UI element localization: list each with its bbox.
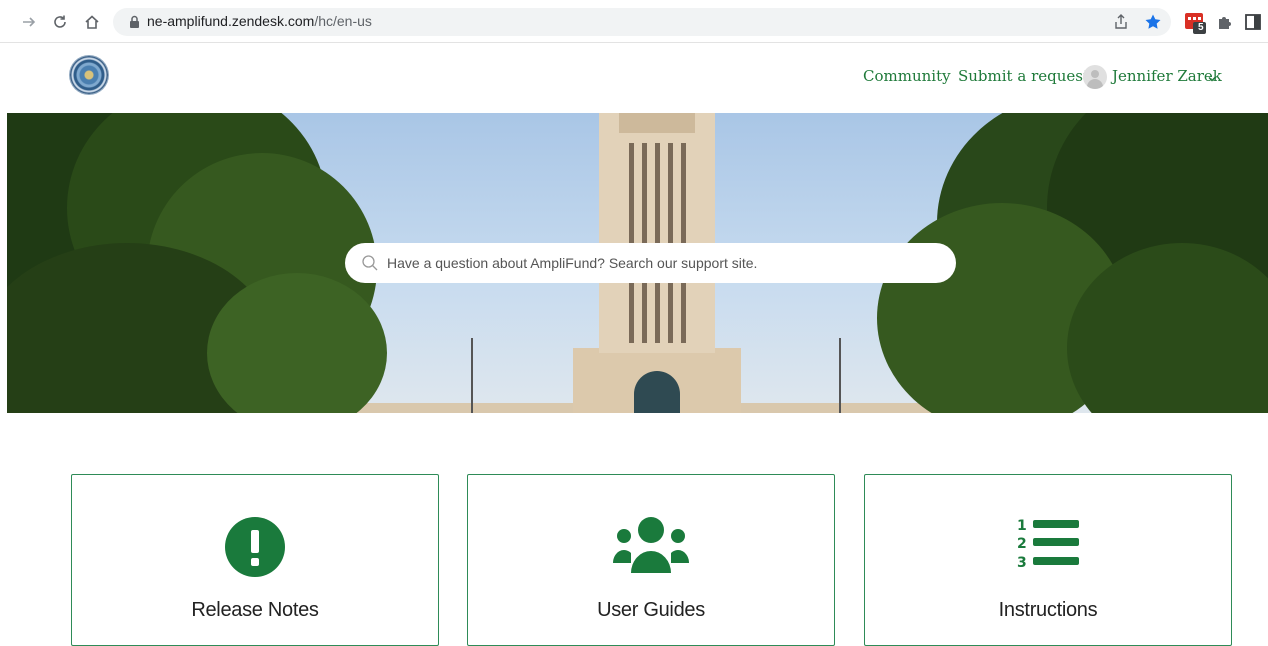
search-input[interactable]: Have a question about AmpliFund? Search … (345, 243, 956, 283)
side-panel-icon[interactable] (1244, 11, 1266, 33)
state-seal-logo[interactable] (70, 56, 108, 94)
lock-icon[interactable] (129, 15, 140, 34)
url-domain: ne-amplifund.zendesk.com (147, 13, 315, 29)
svg-text:1: 1 (1017, 518, 1027, 534)
address-bar[interactable]: ne-amplifund.zendesk.com/hc/en-us (113, 8, 1171, 36)
release-notes-card[interactable]: Release Notes (71, 474, 439, 646)
reload-icon[interactable] (49, 11, 71, 33)
instructions-card[interactable]: 1 2 3 Instructions (864, 474, 1232, 646)
site-header: Community Submit a request Jennifer Zare… (0, 43, 1268, 113)
submit-request-link[interactable]: Submit a request (958, 67, 1089, 85)
exclamation-circle-icon (225, 517, 285, 582)
home-icon[interactable] (81, 11, 103, 33)
browser-toolbar: ne-amplifund.zendesk.com/hc/en-us 5 (0, 0, 1268, 43)
user-guides-card[interactable]: User Guides (467, 474, 835, 646)
users-group-icon (613, 517, 689, 578)
community-link[interactable]: Community (863, 67, 951, 85)
card-title: User Guides (597, 599, 705, 621)
svg-text:3: 3 (1017, 555, 1027, 571)
bookmark-star-icon[interactable] (1144, 13, 1162, 31)
avatar (1083, 65, 1107, 89)
svg-text:2: 2 (1017, 536, 1027, 552)
numbered-list-icon: 1 2 3 (1017, 517, 1079, 576)
search-icon (361, 254, 379, 277)
card-title: Release Notes (191, 599, 319, 621)
url-path: /hc/en-us (314, 13, 372, 29)
search-placeholder: Have a question about AmpliFund? Search … (387, 255, 758, 271)
url-text: ne-amplifund.zendesk.com/hc/en-us (147, 13, 372, 29)
puzzle-icon[interactable] (1216, 11, 1238, 33)
extension-badge: 5 (1198, 22, 1204, 33)
share-icon[interactable] (1112, 13, 1130, 31)
card-title: Instructions (998, 599, 1098, 621)
user-name: Jennifer Zarek (1112, 67, 1222, 85)
chevron-down-icon (1207, 71, 1217, 89)
forward-icon[interactable] (18, 11, 40, 33)
hero-banner: Have a question about AmpliFund? Search … (7, 113, 1268, 413)
extension-icon[interactable]: 5 (1184, 11, 1206, 34)
